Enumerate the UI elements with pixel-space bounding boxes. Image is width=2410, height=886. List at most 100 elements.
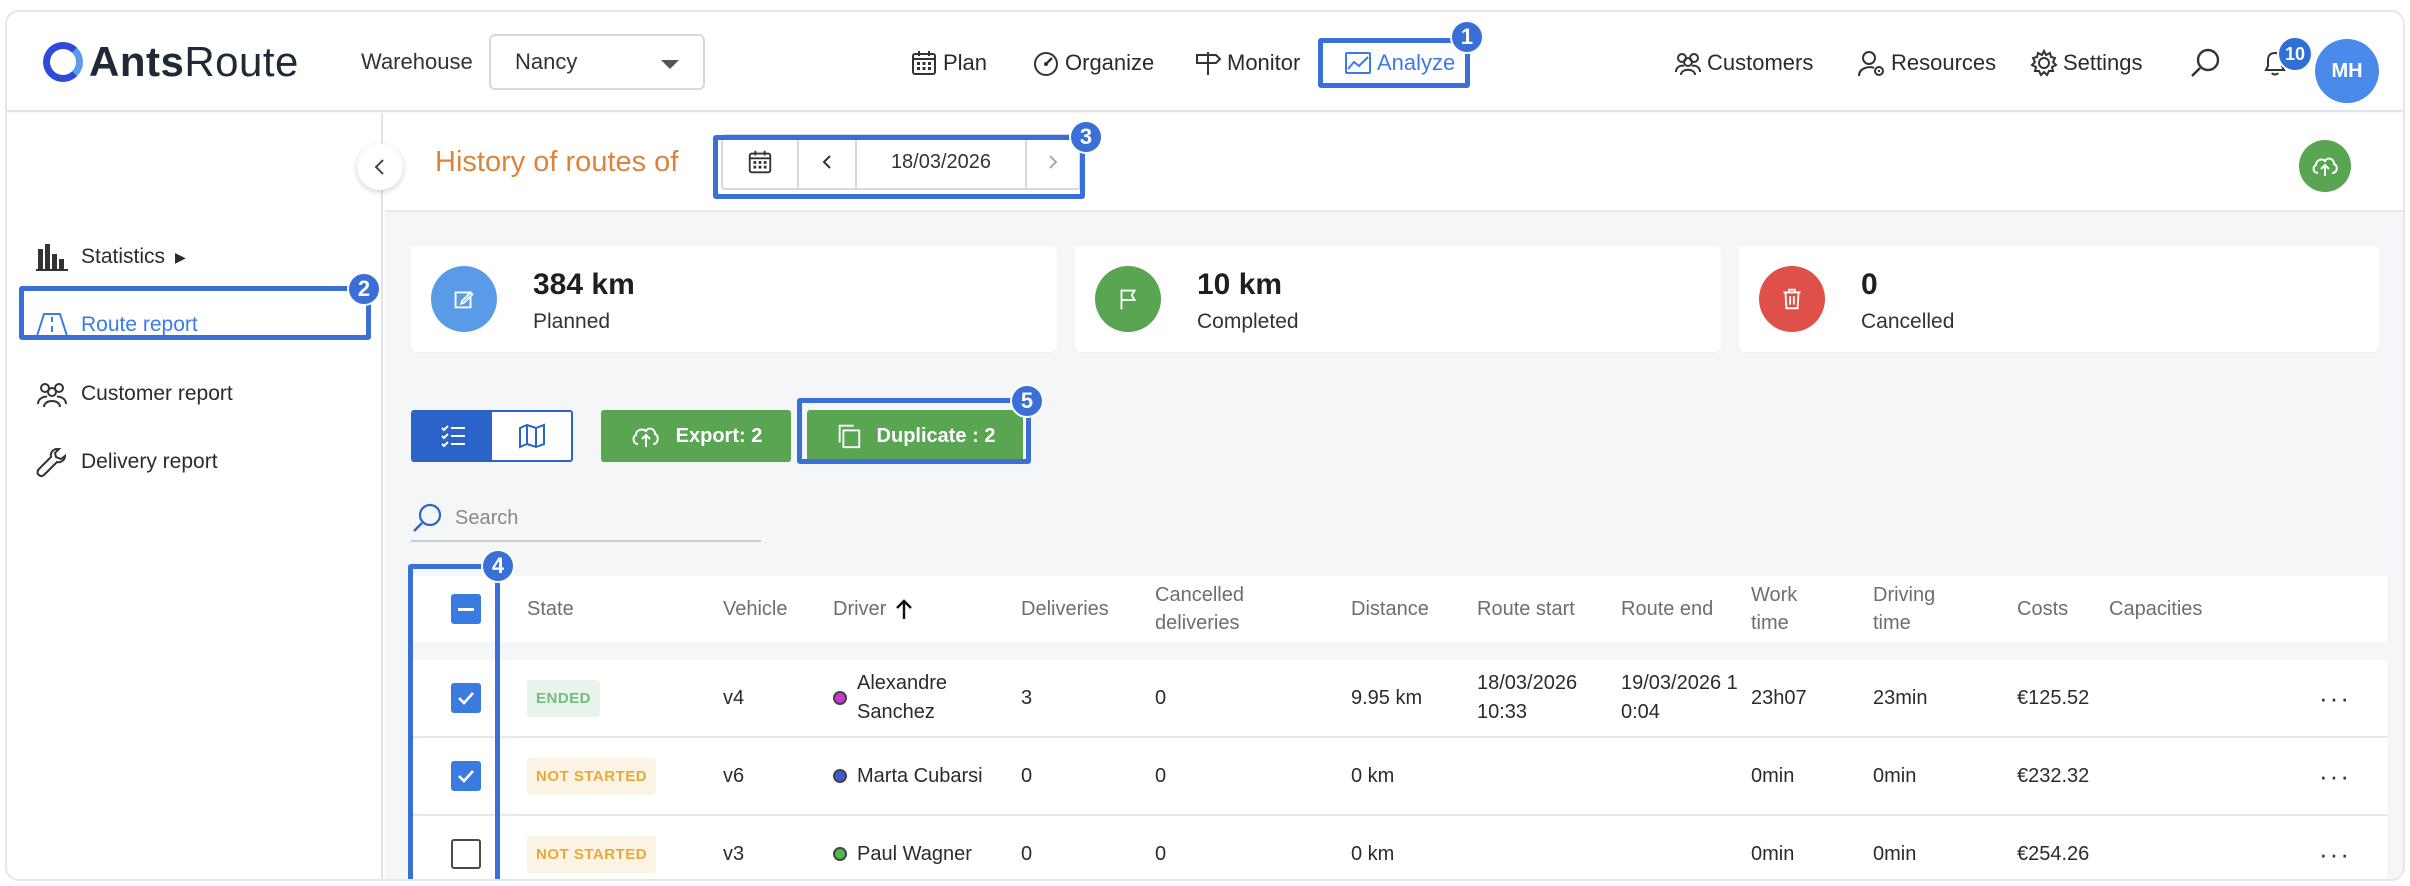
nav-customers[interactable]: Customers <box>1673 42 1813 84</box>
sidebar-item-label: Delivery report <box>81 450 218 473</box>
sidebar-item-statistics[interactable]: Statistics ▶ <box>35 240 186 274</box>
nav-resources[interactable]: Resources <box>1857 42 1996 84</box>
app-window: AntsRoute Warehouse Nancy Plan Organize … <box>5 10 2405 881</box>
checklist-icon <box>440 425 465 448</box>
driver-name: Marta Cubarsi <box>857 764 983 787</box>
duplicate-button[interactable]: Duplicate : 2 <box>807 410 1023 462</box>
logo[interactable]: AntsRoute <box>43 38 299 86</box>
route-start-cell: 18/03/2026 10:33 <box>1477 672 1578 723</box>
driver-cell: Alexandre Sanchez <box>833 660 947 736</box>
column-work-time[interactable]: Work time <box>1751 576 1797 642</box>
date-picker: 18/03/2026 <box>721 134 1081 190</box>
stat-label: Completed <box>1197 310 1299 333</box>
nav-customers-label: Customers <box>1707 50 1814 75</box>
duplicate-label: Duplicate : 2 <box>876 424 996 447</box>
row-menu-button[interactable]: ··· <box>2319 738 2351 814</box>
row-checkbox[interactable] <box>451 738 481 814</box>
driver-cell: Marta Cubarsi <box>833 738 983 814</box>
gear-icon <box>2030 48 2058 77</box>
users-icon <box>37 383 67 408</box>
checkbox-indeterminate[interactable] <box>451 594 481 624</box>
column-costs[interactable]: Costs <box>2017 576 2068 642</box>
row-checkbox[interactable] <box>451 660 481 736</box>
export-label: Export: 2 <box>675 424 763 447</box>
notification-count-badge: 10 <box>2277 36 2313 72</box>
map-view-button[interactable] <box>492 412 571 460</box>
column-vehicle[interactable]: Vehicle <box>723 576 788 642</box>
row-checkbox[interactable] <box>451 816 481 879</box>
callout-badge-1: 1 <box>1450 20 1484 54</box>
driver-color-dot <box>833 769 847 783</box>
sidebar-item-label: Route report <box>81 313 198 336</box>
column-work-line1: Work <box>1751 584 1798 606</box>
checkbox-checked[interactable] <box>451 761 481 791</box>
export-button[interactable]: Export: 2 <box>601 410 791 462</box>
column-driver-label: Driver <box>833 598 887 620</box>
nav-settings[interactable]: Settings <box>2029 42 2143 84</box>
driving-time-cell: 0min <box>1873 842 1917 865</box>
column-route-end[interactable]: Route end <box>1621 576 1713 642</box>
sidebar-item-customer-report[interactable]: Customer report <box>35 377 233 411</box>
column-distance[interactable]: Distance <box>1351 576 1429 642</box>
calendar-button[interactable] <box>723 136 799 188</box>
edit-icon <box>431 266 497 332</box>
work-time-cell: 23h07 <box>1751 686 1807 709</box>
date-value[interactable]: 18/03/2026 <box>857 136 1027 188</box>
column-cancelled-deliveries[interactable]: Cancelled deliveries <box>1155 576 1244 642</box>
search-input[interactable] <box>455 506 755 530</box>
distance-cell: 0 km <box>1351 842 1395 865</box>
cancelled-cell: 0 <box>1155 842 1167 865</box>
column-deliveries[interactable]: Deliveries <box>1021 576 1109 642</box>
nav-analyze[interactable]: Analyze <box>1343 42 1455 84</box>
upload-cloud-button[interactable] <box>2299 140 2351 192</box>
search-icon <box>413 503 442 532</box>
check-icon <box>458 692 474 705</box>
state-cell: NOT STARTED <box>527 738 657 814</box>
chevron-left-icon <box>822 155 831 169</box>
driver-name: Paul Wagner <box>857 842 972 865</box>
previous-date-button[interactable] <box>799 136 857 188</box>
page-title: History of routes of <box>435 146 679 178</box>
checkbox-unchecked[interactable] <box>451 839 481 869</box>
row-menu-button[interactable]: ··· <box>2319 816 2351 879</box>
sidebar: Statistics ▶ Route report Customer repor… <box>7 114 383 879</box>
search-button[interactable] <box>2189 42 2227 84</box>
stat-value: 10 km <box>1197 268 1283 301</box>
sidebar-item-route-report[interactable]: Route report <box>35 308 198 342</box>
list-view-button[interactable] <box>413 412 492 460</box>
calendar-icon <box>748 150 772 174</box>
table-row[interactable]: ENDED v4 Alexandre Sanchez 3 0 9.95 km 18… <box>411 660 2387 738</box>
column-state[interactable]: State <box>527 576 574 642</box>
state-cell: NOT STARTED <box>527 816 657 879</box>
column-driver[interactable]: Driver <box>833 576 914 642</box>
nav-monitor[interactable]: Monitor <box>1193 42 1300 84</box>
table-row[interactable]: NOT STARTED v3 Paul Wagner 0 0 0 km 0min… <box>411 816 2387 879</box>
collapse-sidebar-button[interactable] <box>357 144 403 190</box>
column-cancelled-line2: deliveries <box>1155 612 1240 634</box>
table-row[interactable]: NOT STARTED v6 Marta Cubarsi 0 0 0 km 0m… <box>411 738 2387 816</box>
driver-color-dot <box>833 691 847 705</box>
nav-settings-label: Settings <box>2063 50 2143 75</box>
checkbox-checked[interactable] <box>451 683 481 713</box>
sidebar-item-delivery-report[interactable]: Delivery report <box>35 445 218 479</box>
column-driving-time[interactable]: Driving time <box>1873 576 1935 642</box>
chart-icon <box>1345 52 1371 74</box>
warehouse-value: Nancy <box>515 49 578 74</box>
warehouse-select[interactable]: Nancy <box>489 34 705 90</box>
check-icon <box>458 770 474 783</box>
stat-value: 0 <box>1861 268 1878 301</box>
copy-icon <box>838 424 860 449</box>
callout-badge-3: 3 <box>1069 120 1103 154</box>
row-menu-button[interactable]: ··· <box>2319 660 2351 736</box>
column-capacities[interactable]: Capacities <box>2109 576 2202 642</box>
nav-plan[interactable]: Plan <box>909 42 987 84</box>
nav-analyze-label: Analyze <box>1377 50 1456 75</box>
driver-name: Alexandre Sanchez <box>857 672 948 723</box>
avatar[interactable]: MH <box>2315 39 2379 103</box>
wrench-icon <box>36 448 67 478</box>
nav-organize[interactable]: Organize <box>1031 42 1154 84</box>
nav-resources-label: Resources <box>1891 50 1997 75</box>
column-route-start[interactable]: Route start <box>1477 576 1575 642</box>
select-all-checkbox[interactable] <box>451 576 481 642</box>
routes-table: State Vehicle Driver Deliveries Cancelle… <box>411 576 2387 879</box>
